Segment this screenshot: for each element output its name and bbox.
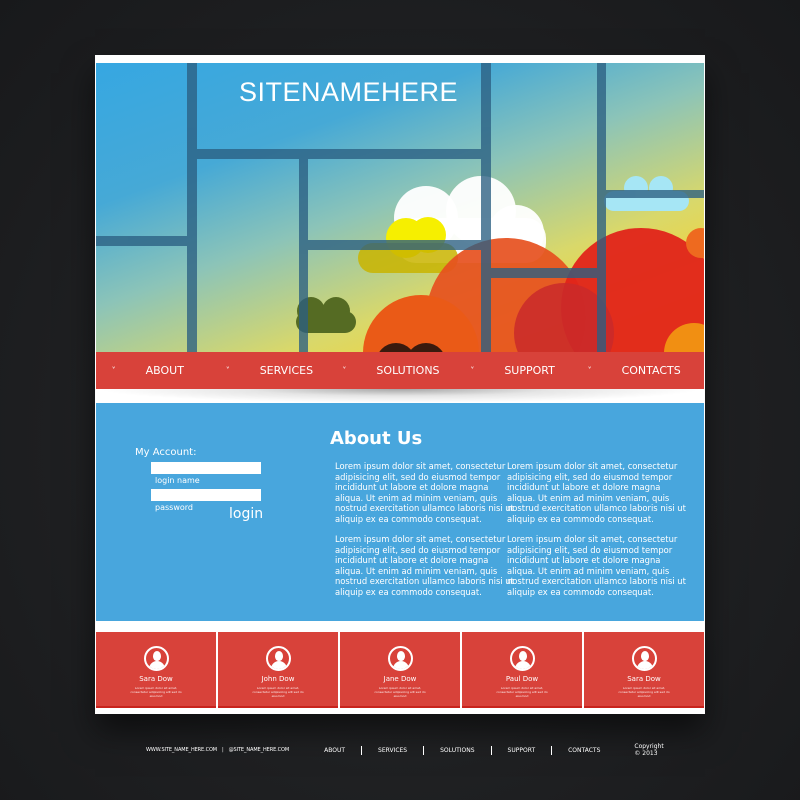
nav-item-services[interactable]: ˅ SERVICES (218, 364, 340, 377)
nav-label: CONTACTS (621, 364, 681, 377)
nav-item-about[interactable]: ˅ ABOUT (96, 364, 218, 377)
user-avatar-icon (631, 646, 657, 671)
footer-divider (551, 745, 553, 755)
nav-item-solutions[interactable]: ˅ SOLUTIONS (339, 364, 461, 377)
chevron-down-icon: ˅ (470, 366, 475, 375)
team-member-desc: Lorem ipsum dolor sit amet, consectetur … (618, 686, 670, 698)
account-label: My Account: (135, 447, 197, 458)
footer-link-solutions[interactable]: SOLUTIONS (440, 747, 474, 754)
nav-label: SOLUTIONS (376, 364, 440, 377)
about-title: About Us (330, 428, 423, 449)
login-name-input[interactable] (151, 462, 261, 474)
footer-website-link[interactable]: WWW.SITE_NAME_HERE.COM (146, 747, 217, 753)
footer: WWW.SITE_NAME_HERE.COM | @SITE_NAME_HERE… (146, 743, 666, 757)
chevron-down-icon: ˅ (111, 366, 116, 375)
account-login-form: My Account: login name password (135, 447, 275, 512)
nav-shadow (96, 389, 704, 403)
team-member-name: Paul Dow (505, 675, 539, 683)
site-title[interactable]: SITENAMEHERE (239, 77, 458, 108)
team-member-desc: Lorem ipsum dolor sit amet, consectetur … (496, 686, 548, 698)
hero-banner: SITENAMEHERE (96, 63, 704, 352)
footer-link-contacts[interactable]: CONTACTS (568, 747, 600, 754)
user-avatar-icon (265, 646, 291, 671)
chevron-down-icon: ˅ (225, 366, 230, 375)
nav-item-contacts[interactable]: ˅ CONTACTS (582, 364, 704, 377)
team-member-desc: Lorem ipsum dolor sit amet, consectetur … (252, 686, 304, 698)
about-paragraph: Lorem ipsum dolor sit amet, consectetur … (507, 534, 686, 597)
user-avatar-icon (387, 646, 413, 671)
team-section: Sara Dow Lorem ipsum dolor sit amet, con… (96, 632, 704, 708)
login-name-label: login name (155, 476, 200, 485)
chevron-down-icon: ˅ (587, 366, 592, 375)
main-nav: ˅ ABOUT ˅ SERVICES ˅ SOLUTIONS ˅ SUPPORT… (96, 352, 704, 389)
chevron-down-icon: ˅ (342, 366, 347, 375)
login-button[interactable]: login (229, 506, 263, 522)
password-input[interactable] (151, 489, 261, 501)
footer-divider (490, 745, 492, 755)
team-member-tile[interactable]: Paul Dow Lorem ipsum dolor sit amet, con… (462, 632, 582, 708)
team-member-tile[interactable]: John Dow Lorem ipsum dolor sit amet, con… (218, 632, 338, 708)
nav-label: SERVICES (259, 364, 314, 377)
team-member-desc: Lorem ipsum dolor sit amet, consectetur … (130, 686, 182, 698)
user-avatar-icon (509, 646, 535, 671)
website-template-card: SITENAMEHERE ˅ ABOUT ˅ SERVICES ˅ SOLUTI… (95, 55, 705, 714)
about-paragraph: Lorem ipsum dolor sit amet, consectetur … (507, 461, 686, 524)
user-avatar-icon (143, 646, 169, 671)
team-member-name: John Dow (261, 675, 295, 683)
team-member-name: Sara Dow (627, 675, 661, 683)
team-member-tile[interactable]: Sara Dow Lorem ipsum dolor sit amet, con… (584, 632, 704, 708)
about-paragraph: Lorem ipsum dolor sit amet, consectetur … (335, 461, 514, 524)
about-section: My Account: login name password login Ab… (96, 403, 704, 621)
nav-item-support[interactable]: ˅ SUPPORT (461, 364, 583, 377)
footer-separator: | (222, 747, 224, 753)
footer-link-services[interactable]: SERVICES (378, 747, 407, 754)
team-member-desc: Lorem ipsum dolor sit amet, consectetur … (374, 686, 426, 698)
footer-divider (423, 745, 425, 755)
team-member-tile[interactable]: Sara Dow Lorem ipsum dolor sit amet, con… (96, 632, 216, 708)
nav-label: ABOUT (145, 364, 184, 377)
footer-nav: ABOUT SERVICES SOLUTIONS SUPPORT CONTACT… (324, 745, 600, 755)
copyright-text: Copyright © 2013 (634, 743, 664, 757)
footer-link-about[interactable]: ABOUT (324, 747, 345, 754)
team-member-name: Sara Dow (139, 675, 173, 683)
team-member-tile[interactable]: Jane Dow Lorem ipsum dolor sit amet, con… (340, 632, 460, 708)
footer-divider (361, 745, 363, 755)
about-paragraph: Lorem ipsum dolor sit amet, consectetur … (335, 534, 514, 597)
nav-label: SUPPORT (504, 364, 555, 377)
footer-social-link[interactable]: @SITE_NAME_HERE.COM (229, 747, 290, 753)
team-member-name: Jane Dow (383, 675, 417, 683)
footer-link-support[interactable]: SUPPORT (508, 747, 536, 754)
